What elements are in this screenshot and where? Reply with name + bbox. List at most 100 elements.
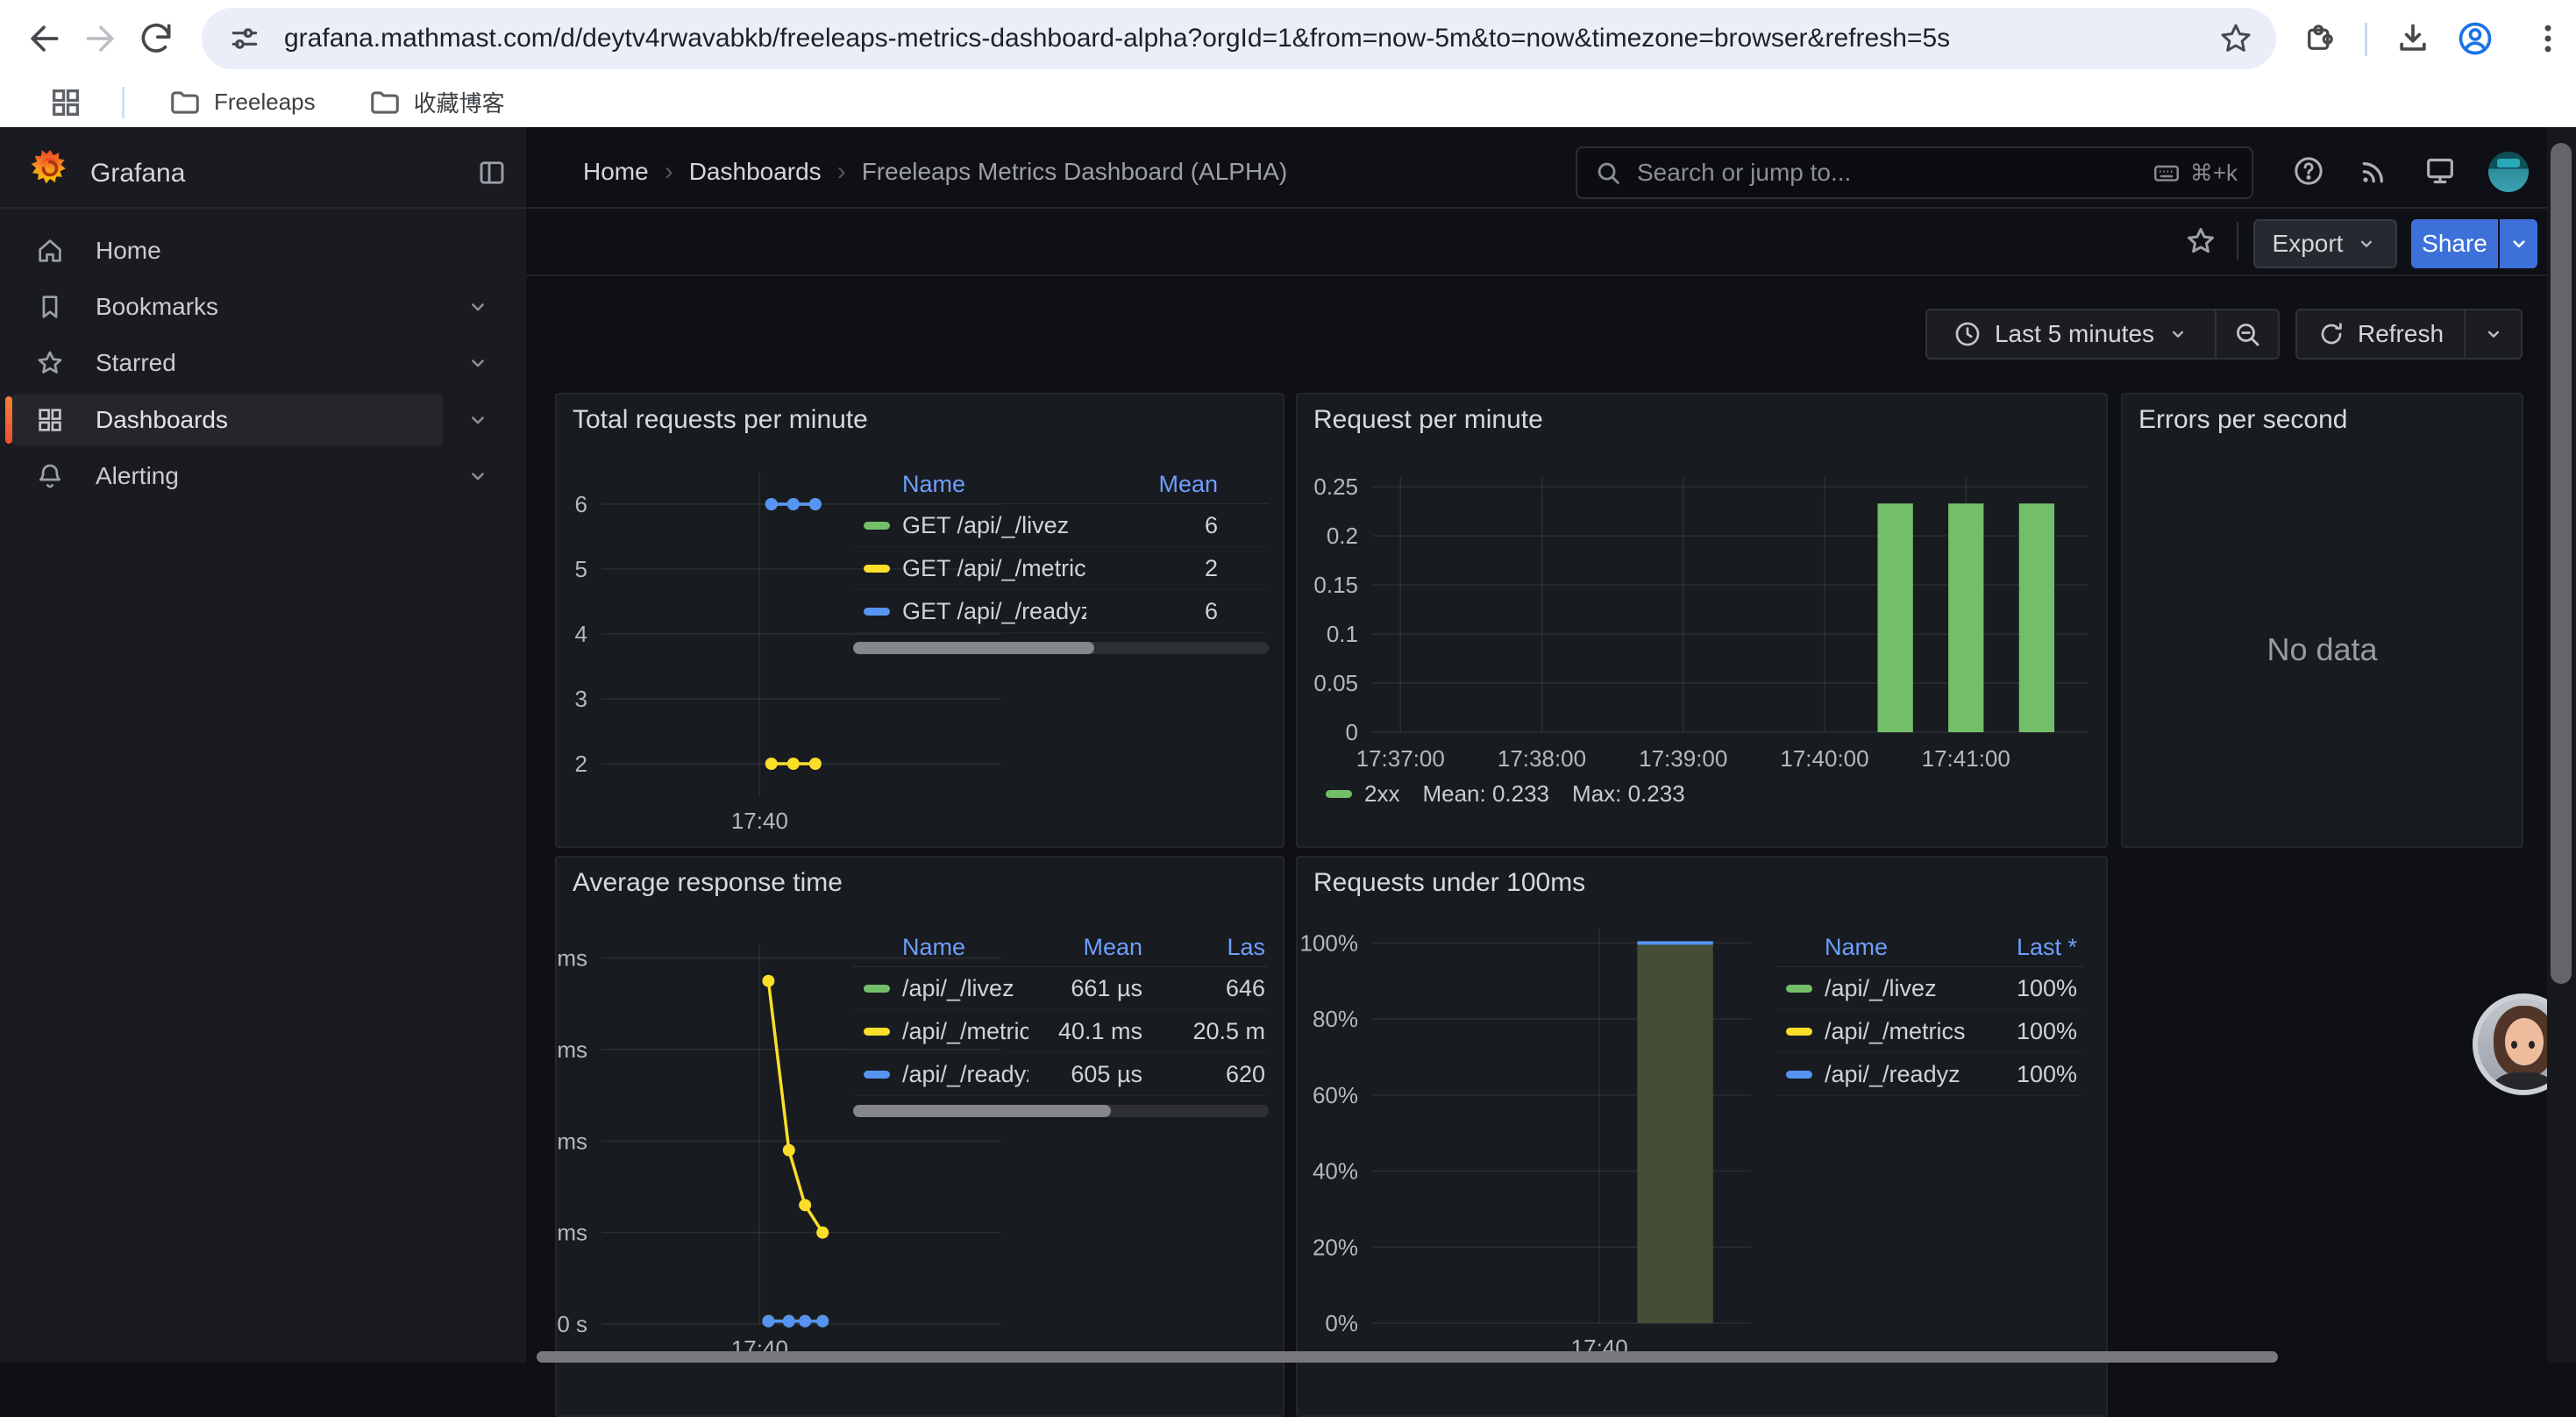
refresh-interval-button[interactable] — [2466, 310, 2521, 358]
chevron-down-icon — [2167, 323, 2189, 345]
help-icon[interactable] — [2291, 153, 2326, 189]
bookmark-star-icon[interactable] — [2218, 21, 2253, 56]
sidebar: Grafana Home Bookmarks Starred — [0, 127, 526, 1363]
panel-title[interactable]: Request per minute — [1313, 405, 1543, 435]
time-range-button[interactable]: Last 5 minutes — [1927, 319, 2215, 349]
dashboard-toolbar: Export Share — [526, 209, 2547, 276]
bookmark-label: Freeleaps — [214, 89, 316, 116]
profile-icon[interactable] — [2456, 19, 2494, 58]
svg-text:0: 0 — [1346, 719, 1358, 745]
bookmark-folder-blogs[interactable]: 收藏博客 — [368, 86, 505, 119]
kiosk-monitor-icon[interactable] — [2423, 153, 2458, 189]
sidebar-item-starred[interactable]: Starred — [0, 338, 526, 388]
panel-title[interactable]: Requests under 100ms — [1313, 868, 1585, 898]
chart-legend[interactable]: 2xx Mean: 0.233 Max: 0.233 — [1326, 780, 1685, 808]
search-icon — [1593, 158, 1623, 188]
svg-text:20 ms: 20 ms — [557, 1220, 587, 1246]
svg-text:17:38:00: 17:38:00 — [1498, 745, 1586, 772]
legend-table-row[interactable]: /api/_/readyz605 µs620 — [853, 1053, 1269, 1096]
bookmark-folder-freeleaps[interactable]: Freeleaps — [168, 86, 316, 119]
series-color-pill — [1786, 1071, 1812, 1079]
breadcrumb: Home › Dashboards › Freeleaps Metrics Da… — [583, 157, 1287, 187]
search-field[interactable] — [1635, 158, 2152, 188]
back-icon[interactable] — [25, 19, 63, 58]
grafana-logo-icon[interactable] — [30, 146, 70, 190]
series-label[interactable]: 2xx — [1364, 780, 1399, 808]
sidebar-item-alerting[interactable]: Alerting — [0, 451, 526, 502]
toolbar-divider — [2365, 23, 2367, 56]
vertical-scrollbar-thumb[interactable] — [2551, 143, 2572, 984]
site-settings-icon[interactable] — [228, 22, 261, 55]
sidebar-item-label: Home — [96, 237, 161, 265]
sidebar-item-home[interactable]: Home — [0, 225, 526, 276]
forward-icon[interactable] — [82, 19, 120, 58]
apps-grid-icon[interactable] — [48, 85, 83, 120]
panel-left-toggle-icon[interactable] — [476, 157, 508, 189]
folder-icon — [168, 86, 202, 119]
chevron-down-icon[interactable] — [465, 463, 491, 489]
keyboard-icon — [2152, 158, 2181, 188]
search-input[interactable]: ⌘+k — [1576, 146, 2253, 199]
time-range-group: Last 5 minutes — [1925, 309, 2280, 360]
legend-table-row[interactable]: /api/_/metrics100% — [1775, 1010, 2084, 1053]
legend-table-row[interactable]: GET /api/_/metrics2 — [853, 547, 1269, 590]
chevron-down-icon[interactable] — [465, 294, 491, 320]
reload-icon[interactable] — [137, 19, 175, 58]
refresh-button[interactable]: Refresh — [2297, 320, 2464, 348]
sidebar-item-bookmarks[interactable]: Bookmarks — [0, 281, 526, 332]
legend-table-row[interactable]: /api/_/readyz100% — [1775, 1053, 2084, 1096]
download-icon[interactable] — [2394, 19, 2432, 58]
panel-title[interactable]: Average response time — [573, 868, 843, 898]
svg-text:0.05: 0.05 — [1313, 670, 1358, 696]
svg-text:0.15: 0.15 — [1313, 572, 1358, 598]
breadcrumb-home[interactable]: Home — [583, 158, 649, 186]
panel-requests-under-100ms: 100%80%60%40%20%0%17:40 Requests under 1… — [1296, 856, 2108, 1417]
news-rss-icon[interactable] — [2357, 153, 2392, 189]
svg-text:0 s: 0 s — [557, 1311, 587, 1337]
breadcrumb-dashboards[interactable]: Dashboards — [689, 158, 822, 186]
svg-text:17:40:00: 17:40:00 — [1780, 745, 1868, 772]
chevron-down-icon[interactable] — [465, 407, 491, 433]
svg-text:80 ms: 80 ms — [557, 945, 587, 972]
chevron-down-icon[interactable] — [465, 350, 491, 376]
share-dropdown-button[interactable] — [2500, 219, 2537, 268]
user-avatar[interactable] — [2488, 152, 2529, 192]
svg-text:17:39:00: 17:39:00 — [1639, 745, 1727, 772]
refresh-group: Refresh — [2295, 309, 2523, 360]
chart-request-per-minute[interactable]: 00.050.10.150.20.2517:37:0017:38:0017:39… — [1298, 395, 2106, 846]
svg-text:2: 2 — [575, 751, 587, 777]
zoom-out-button[interactable] — [2217, 310, 2278, 358]
clock-icon — [1953, 319, 1982, 349]
series-color-pill — [1326, 790, 1352, 798]
bookmarks-divider — [122, 87, 125, 118]
legend-mean: Mean: 0.233 — [1422, 780, 1549, 808]
svg-text:5: 5 — [575, 556, 587, 582]
legend-scrollbar[interactable] — [853, 1105, 1269, 1117]
legend-table-row[interactable]: GET /api/_/livez6 — [853, 504, 1269, 547]
panel-title[interactable]: Total requests per minute — [573, 405, 868, 435]
legend-table-row[interactable]: /api/_/livez100% — [1775, 967, 2084, 1010]
horizontal-scrollbar-thumb[interactable] — [537, 1351, 2278, 1363]
legend-scrollbar[interactable] — [853, 642, 1269, 654]
bookmark-label: 收藏博客 — [414, 86, 505, 118]
legend-table-header: NameMean — [853, 465, 1269, 504]
legend-table-row[interactable]: /api/_/livez661 µs646 — [853, 967, 1269, 1010]
breadcrumb-current: Freeleaps Metrics Dashboard (ALPHA) — [862, 158, 1288, 186]
svg-text:17:40: 17:40 — [731, 808, 788, 834]
sidebar-item-dashboards[interactable]: Dashboards — [0, 395, 526, 445]
legend-table-row[interactable]: /api/_/metrics40.1 ms20.5 m — [853, 1010, 1269, 1053]
sidebar-item-label: Alerting — [96, 462, 179, 490]
panel-title[interactable]: Errors per second — [2138, 405, 2347, 435]
vertical-scrollbar[interactable] — [2547, 127, 2576, 1363]
brand-title[interactable]: Grafana — [90, 159, 185, 189]
menu-kebab-icon[interactable] — [2529, 19, 2567, 58]
export-button[interactable]: Export — [2253, 219, 2397, 268]
url-bar[interactable]: grafana.mathmast.com/d/deytv4rwavabkb/fr… — [202, 8, 2276, 69]
star-icon — [35, 348, 65, 378]
extensions-icon[interactable] — [2302, 19, 2338, 56]
favorite-star-icon[interactable] — [2184, 224, 2217, 258]
no-data-message: No data — [2123, 631, 2522, 668]
share-button[interactable]: Share — [2411, 219, 2498, 268]
series-color-pill — [864, 1028, 890, 1036]
legend-table-row[interactable]: GET /api/_/readyz6 — [853, 590, 1269, 633]
